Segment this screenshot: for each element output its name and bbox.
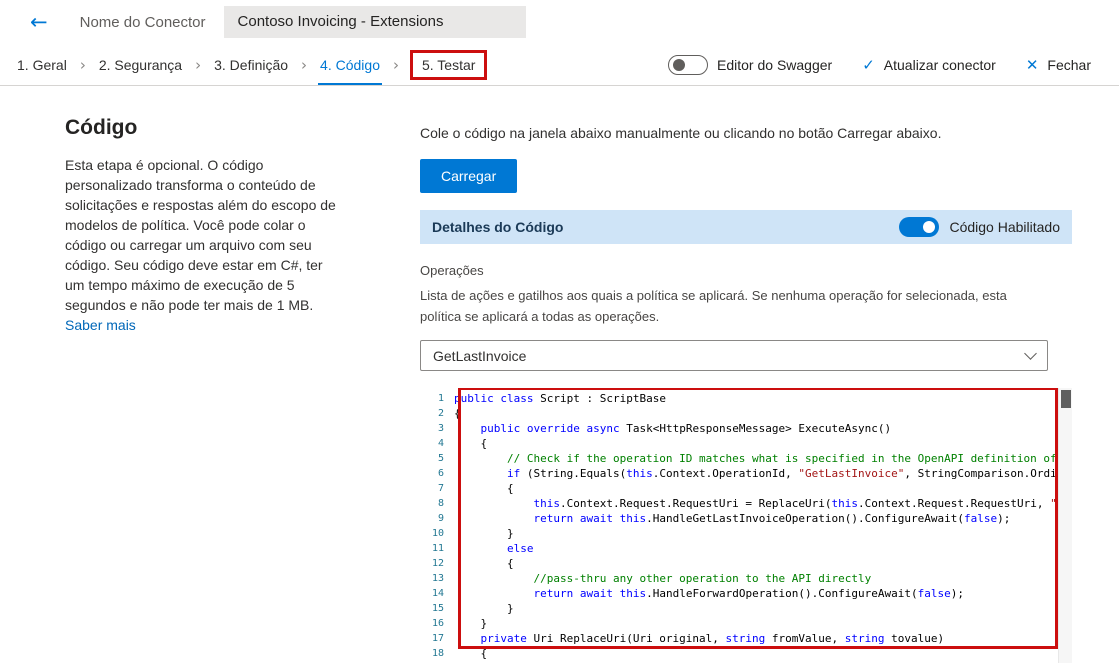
wizard-navbar: 1. Geral › 2. Segurança › 3. Definição ›…: [0, 44, 1119, 86]
line-number: 13: [431, 573, 444, 584]
code-line: 16 }: [420, 616, 1072, 631]
code-line: 15 }: [420, 601, 1072, 616]
scrollbar[interactable]: [1058, 388, 1072, 663]
code-line: 14 return await this.HandleForwardOperat…: [420, 586, 1072, 601]
code-line: 7 {: [420, 481, 1072, 496]
back-icon[interactable]: ←: [30, 10, 48, 34]
line-number: 2: [437, 408, 444, 419]
code-editor[interactable]: 1 public class Script : ScriptBase 2{3 pub…: [420, 388, 1072, 663]
upload-button[interactable]: Carregar: [420, 159, 518, 193]
tab-testar[interactable]: 5. Testar: [409, 49, 488, 80]
close-icon: ✕: [1025, 55, 1039, 74]
operations-label: Operações: [420, 263, 484, 278]
code-enabled-toggle-group: Código Habilitado: [899, 217, 1060, 237]
code-line: 1 public class Script : ScriptBase: [420, 391, 1072, 406]
chevron-down-icon: [1024, 347, 1037, 360]
code-enabled-label: Código Habilitado: [949, 219, 1060, 235]
code-line: 11 else: [420, 541, 1072, 556]
code-line: 9 return await this.HandleGetLastInvoice…: [420, 511, 1072, 526]
swagger-editor-toggle-group: Editor do Swagger: [668, 54, 833, 75]
line-number: 6: [437, 468, 444, 479]
update-connector-label: Atualizar conector: [883, 56, 996, 73]
code-line: 10 }: [420, 526, 1072, 541]
tab-codigo[interactable]: 4. Código: [318, 44, 382, 85]
instruction-text: Cole o código na janela abaixo manualmen…: [420, 125, 942, 141]
topbar: ← Nome do Conector Contoso Invoicing - E…: [0, 0, 1119, 44]
line-number: 9: [437, 513, 444, 524]
line-number: 3: [437, 423, 444, 434]
code-line: 18 {: [420, 646, 1072, 661]
toggle-knob: [923, 221, 936, 233]
sidebar: Código Esta etapa é opcional. O código p…: [65, 116, 337, 335]
close-label: Fechar: [1047, 56, 1091, 73]
main-panel: Cole o código na janela abaixo manualmen…: [420, 124, 1072, 663]
operations-dropdown[interactable]: GetLastInvoice: [420, 340, 1048, 371]
code-details-bar: Detalhes do Código Código Habilitado: [420, 210, 1072, 244]
line-number: 12: [431, 558, 444, 569]
wizard-steps: 1. Geral › 2. Segurança › 3. Definição ›…: [15, 44, 488, 85]
line-number: 18: [431, 648, 444, 659]
line-number: 7: [437, 483, 444, 494]
update-connector-button[interactable]: ✓ Atualizar conector: [862, 56, 996, 74]
line-number: 4: [437, 438, 444, 449]
chevron-right-icon: ›: [392, 55, 399, 74]
code-line: 5 // Check if the operation ID matches w…: [420, 451, 1072, 466]
connector-title-input[interactable]: Contoso Invoicing - Extensions: [223, 6, 526, 38]
operations-description: Lista de ações e gatilhos aos quais a po…: [420, 288, 1007, 324]
tab-geral[interactable]: 1. Geral: [15, 44, 69, 85]
swagger-editor-toggle-label: Editor do Swagger: [717, 56, 833, 73]
chevron-right-icon: ›: [301, 55, 308, 74]
line-number: 17: [431, 633, 444, 644]
code-line: 6 if (String.Equals(this.Context.Operati…: [420, 466, 1072, 481]
line-number: 5: [437, 453, 444, 464]
code-line: 17 private Uri ReplaceUri(Uri original, …: [420, 631, 1072, 646]
line-number: 16: [431, 618, 444, 629]
page-title: Código: [65, 116, 138, 139]
chevron-right-icon: ›: [195, 55, 202, 74]
chevron-right-icon: ›: [79, 55, 86, 74]
sidebar-description-text: Esta etapa é opcional. O código personal…: [65, 157, 336, 313]
close-button[interactable]: ✕ Fechar: [1026, 56, 1091, 74]
code-details-title: Detalhes do Código: [432, 219, 564, 235]
line-number: 1: [437, 393, 444, 404]
line-number: 15: [431, 603, 444, 614]
code-line: 2{: [420, 406, 1072, 421]
check-icon: ✓: [862, 55, 875, 74]
code-lines: 1 public class Script : ScriptBase 2{3 pub…: [420, 391, 1072, 661]
tab-definicao[interactable]: 3. Definição: [212, 44, 290, 85]
learn-more-link[interactable]: Saber mais: [65, 317, 136, 333]
code-enabled-toggle[interactable]: [899, 217, 940, 237]
swagger-editor-toggle[interactable]: [668, 54, 709, 75]
line-number: 14: [431, 588, 444, 599]
line-number: 11: [431, 543, 444, 554]
toggle-knob: [673, 58, 686, 71]
code-line: 3 public override async Task<HttpRespons…: [420, 421, 1072, 436]
sidebar-description: Esta etapa é opcional. O código personal…: [65, 155, 337, 335]
scrollbar-thumb[interactable]: [1061, 390, 1071, 408]
dropdown-selected-value: GetLastInvoice: [433, 347, 527, 364]
nav-actions: Editor do Swagger ✓ Atualizar conector ✕…: [638, 54, 1091, 75]
code-line: 13 //pass-thru any other operation to th…: [420, 571, 1072, 586]
code-line: 8 this.Context.Request.RequestUri = Repl…: [420, 496, 1072, 511]
line-number: 10: [431, 528, 444, 539]
line-number: 8: [437, 498, 444, 509]
code-line: 4 {: [420, 436, 1072, 451]
connector-name-label: Nome do Conector: [79, 13, 206, 31]
tab-seguranca[interactable]: 2. Segurança: [97, 44, 184, 85]
code-line: 12 {: [420, 556, 1072, 571]
